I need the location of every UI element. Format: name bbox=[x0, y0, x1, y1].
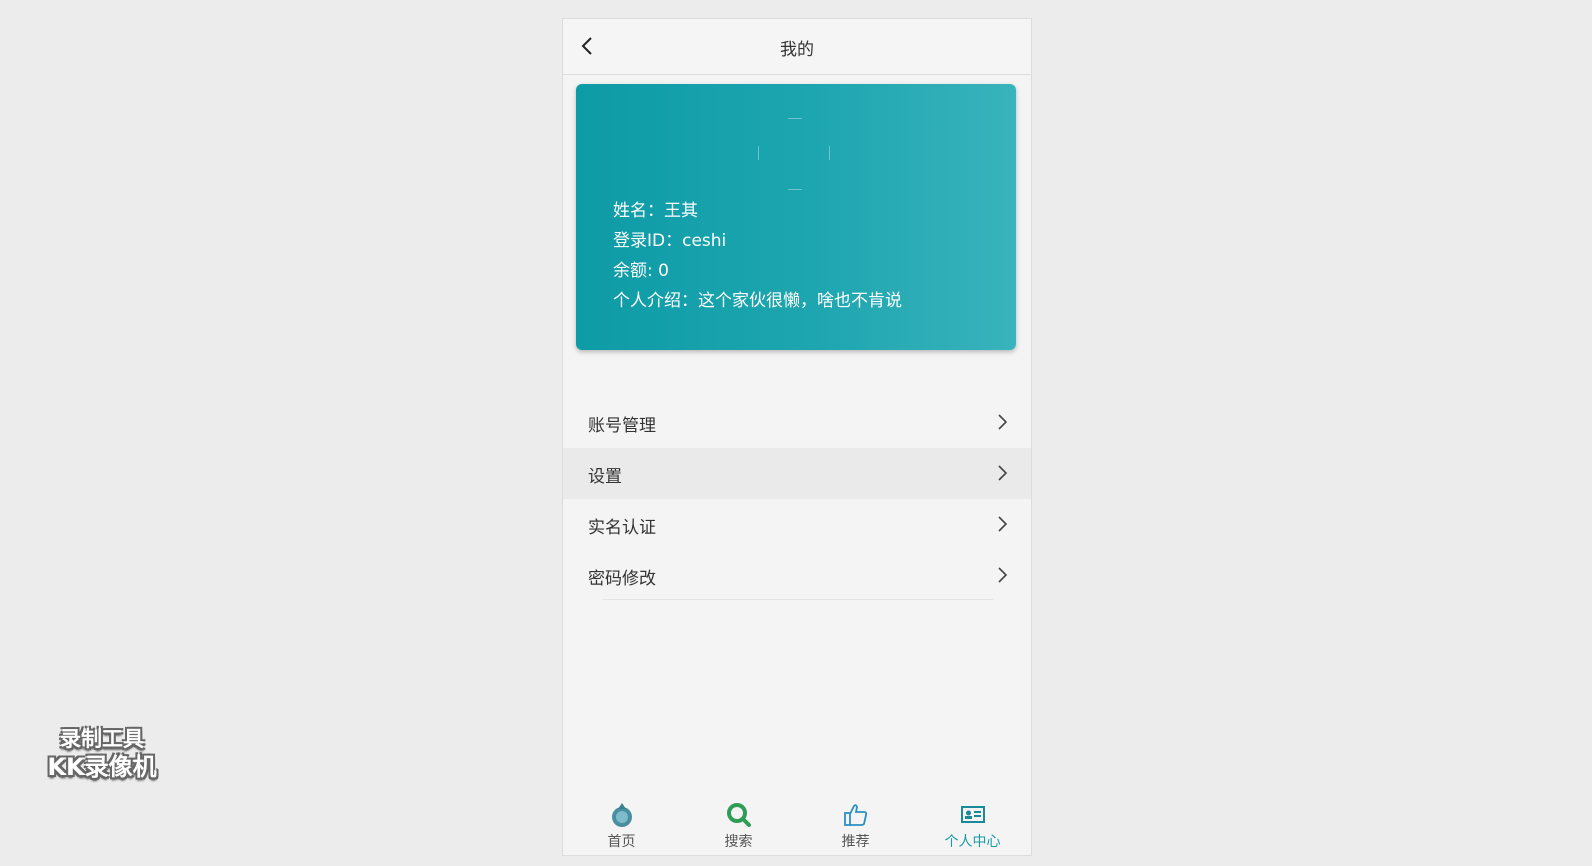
chevron-right-icon bbox=[998, 414, 1008, 430]
watermark-line2: KK录像机 bbox=[47, 753, 157, 781]
chevron-right-icon bbox=[998, 567, 1008, 583]
divider bbox=[603, 599, 993, 600]
thumbs-up-icon bbox=[843, 804, 867, 826]
profile-card: 姓名：王其 登录ID：ceshi 余额: 0 个人介绍：这个家伙很懒，啥也不肯说 bbox=[576, 84, 1016, 350]
menu-item-label: 设置 bbox=[588, 467, 622, 487]
tab-search[interactable]: 搜索 bbox=[680, 797, 797, 855]
menu-item-label: 实名认证 bbox=[588, 518, 656, 538]
profile-balance: 余额: 0 bbox=[613, 261, 669, 281]
profile-info: 姓名：王其 登录ID：ceshi 余额: 0 个人介绍：这个家伙很懒，啥也不肯说 bbox=[613, 196, 902, 316]
tab-label: 首页 bbox=[607, 834, 636, 850]
menu-item-verification[interactable]: 实名认证 bbox=[563, 499, 1031, 550]
menu-item-label: 账号管理 bbox=[588, 416, 656, 436]
menu-item-label: 密码修改 bbox=[588, 569, 656, 589]
chevron-right-icon bbox=[998, 516, 1008, 532]
tab-recommend[interactable]: 推荐 bbox=[797, 797, 914, 855]
menu-item-password[interactable]: 密码修改 bbox=[563, 550, 1031, 601]
home-icon bbox=[611, 803, 632, 827]
profile-intro: 个人介绍：这个家伙很懒，啥也不肯说 bbox=[613, 291, 902, 311]
phone-frame: 我的 姓名：王其 登录ID：ceshi 余额: 0 个人介绍：这个家伙很懒，啥也… bbox=[562, 18, 1032, 856]
profile-name: 姓名：王其 bbox=[613, 201, 698, 221]
page-title: 我的 bbox=[780, 40, 814, 60]
top-bar: 我的 bbox=[563, 19, 1031, 75]
menu-item-account[interactable]: 账号管理 bbox=[563, 397, 1031, 448]
tab-label: 推荐 bbox=[841, 834, 870, 850]
settings-menu: 账号管理 设置 实名认证 密码修改 bbox=[563, 397, 1031, 601]
tab-label: 个人中心 bbox=[944, 834, 1001, 850]
tab-home[interactable]: 首页 bbox=[563, 797, 680, 855]
id-card-icon bbox=[960, 806, 985, 823]
chevron-right-icon bbox=[998, 465, 1008, 481]
search-icon bbox=[726, 803, 751, 827]
menu-item-settings[interactable]: 设置 bbox=[563, 448, 1031, 499]
tab-bar: 首页 搜索 推荐 个人中心 bbox=[563, 797, 1031, 855]
watermark-line1: 录制工具 bbox=[60, 727, 144, 751]
avatar[interactable] bbox=[758, 118, 830, 190]
tab-profile[interactable]: 个人中心 bbox=[914, 797, 1031, 855]
watermark: 录制工具 KK录像机 bbox=[32, 726, 172, 782]
profile-login-id: 登录ID：ceshi bbox=[613, 231, 727, 251]
tab-label: 搜索 bbox=[724, 834, 753, 850]
